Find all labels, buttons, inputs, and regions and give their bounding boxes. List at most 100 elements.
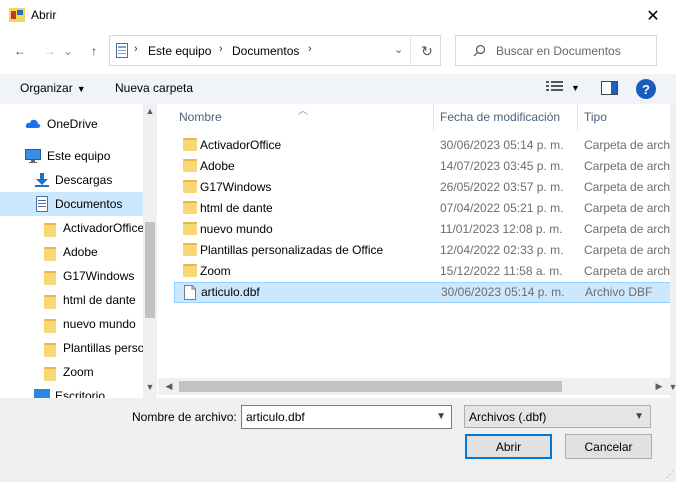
caret-down-icon: ▼ <box>571 83 580 93</box>
close-button[interactable]: ✕ <box>630 0 676 31</box>
command-bar: Organizar ▼ Nueva carpeta ▼ <box>0 74 676 104</box>
file-name: Plantillas personalizadas de Office <box>200 243 384 257</box>
file-type: Carpeta de archivos <box>584 180 676 194</box>
folder-icon <box>44 319 56 333</box>
column-header-type[interactable]: Tipo <box>584 104 607 130</box>
file-row-articulo-dbf[interactable]: articulo.dbf 30/06/2023 05:14 p. m. Arch… <box>174 282 676 303</box>
location-icon <box>116 43 128 58</box>
file-row-plantillas[interactable]: Plantillas personalizadas de Office 12/0… <box>174 240 676 261</box>
file-row-activadoroffice[interactable]: ActivadorOffice 30/06/2023 05:14 p. m. C… <box>174 135 676 156</box>
sidebar-item-label: Plantillas personalizadas de Office <box>63 341 143 355</box>
column-header-date[interactable]: Fecha de modificación <box>440 104 560 130</box>
help-button[interactable]: ? <box>636 79 656 99</box>
scroll-down-icon[interactable]: ▼ <box>143 382 157 392</box>
view-options-dropdown[interactable]: ▼ <box>571 83 580 93</box>
organize-button[interactable]: Organizar ▼ <box>20 81 86 95</box>
sidebar-item-documentos[interactable]: Documentos <box>0 192 143 216</box>
file-date: 14/07/2023 03:45 p. m. <box>440 159 564 173</box>
chevron-down-icon: ▼ <box>634 411 644 422</box>
file-type: Carpeta de archivos <box>584 138 676 152</box>
up-button[interactable]: ↑ <box>84 41 104 61</box>
file-row-html-de-dante[interactable]: html de dante 07/04/2022 05:21 p. m. Car… <box>174 198 676 219</box>
resize-grip-icon[interactable]: ⋰ <box>666 470 674 479</box>
column-date-label: Fecha de modificación <box>440 110 561 124</box>
sort-ascending-icon: ︿ <box>298 106 308 117</box>
file-icon <box>184 285 196 300</box>
file-type-filter[interactable]: Archivos (.dbf) ▼ <box>464 405 651 428</box>
horizontal-scrollbar[interactable]: ◀ ▶ <box>158 378 670 395</box>
address-dropdown-icon[interactable]: ⌄ <box>394 43 403 56</box>
scroll-up-icon[interactable]: ▲ <box>143 106 157 116</box>
new-folder-button[interactable]: Nueva carpeta <box>115 81 193 95</box>
folder-icon <box>44 247 56 261</box>
file-date: 15/12/2022 11:58 a. m. <box>440 264 563 278</box>
refresh-icon: ↻ <box>421 42 433 59</box>
chevron-down-icon: ⌄ <box>62 44 74 58</box>
sidebar-item-label: OneDrive <box>47 117 98 131</box>
sidebar-item-onedrive[interactable]: OneDrive <box>0 112 143 136</box>
sidebar-item-g17windows[interactable]: G17Windows <box>0 264 143 288</box>
file-row-adobe[interactable]: Adobe 14/07/2023 03:45 p. m. Carpeta de … <box>174 156 676 177</box>
folder-icon <box>44 295 56 309</box>
file-date: 12/04/2022 02:33 p. m. <box>440 243 564 257</box>
open-button[interactable]: Abrir <box>465 434 552 459</box>
horizontal-scroll-thumb[interactable] <box>179 381 562 392</box>
breadcrumb-este-equipo[interactable]: Este equipo <box>148 44 211 58</box>
cancel-button[interactable]: Cancelar <box>565 434 652 459</box>
scroll-left-icon[interactable]: ◀ <box>162 381 176 392</box>
column-header-name[interactable]: Nombre <box>179 104 222 130</box>
folder-icon <box>183 243 197 256</box>
filename-field[interactable]: articulo.dbf ▼ <box>241 405 452 429</box>
sidebar-item-activadoroffice[interactable]: ActivadorOffice <box>0 216 143 240</box>
recent-locations-button[interactable]: ⌄ <box>62 41 74 61</box>
sidebar-item-label: Adobe <box>63 245 98 259</box>
address-bar[interactable]: › Este equipo › Documentos › ⌄ ↻ <box>109 35 441 66</box>
desktop-icon <box>34 389 50 398</box>
file-list-scrollbar[interactable]: ▼ <box>669 104 676 398</box>
scroll-right-icon[interactable]: ▶ <box>652 381 666 392</box>
breadcrumb-separator-icon: › <box>134 43 138 55</box>
sidebar-item-label: Documentos <box>55 197 123 211</box>
filename-value: articulo.dbf <box>246 410 305 424</box>
file-date: 11/01/2023 12:08 p. m. <box>440 222 563 236</box>
search-box[interactable]: Buscar en Documentos <box>455 35 657 66</box>
sidebar-item-este-equipo[interactable]: Este equipo <box>0 144 143 168</box>
sidebar-item-html-de-dante[interactable]: html de dante <box>0 288 143 312</box>
sidebar-item-label: Escritorio <box>55 389 106 398</box>
help-icon: ? <box>642 81 650 97</box>
chevron-down-icon[interactable]: ▼ <box>436 411 446 422</box>
file-name: nuevo mundo <box>200 222 273 236</box>
file-row-nuevo-mundo[interactable]: nuevo mundo 11/01/2023 12:08 p. m. Carpe… <box>174 219 676 240</box>
caret-down-icon: ▼ <box>76 84 86 94</box>
view-list-icon <box>546 81 563 91</box>
preview-pane-button[interactable] <box>601 81 618 98</box>
file-row-g17windows[interactable]: G17Windows 26/05/2022 03:57 p. m. Carpet… <box>174 177 676 198</box>
forward-button[interactable]: → <box>40 41 60 61</box>
refresh-button[interactable]: ↻ <box>417 41 437 61</box>
file-row-zoom[interactable]: Zoom 15/12/2022 11:58 a. m. Carpeta de a… <box>174 261 676 282</box>
breadcrumb-separator-icon: › <box>219 43 223 55</box>
sidebar-item-zoom[interactable]: Zoom <box>0 360 143 384</box>
file-type: Carpeta de archivos <box>584 264 676 278</box>
search-input[interactable]: Buscar en Documentos <box>496 44 621 58</box>
file-name: G17Windows <box>200 180 272 194</box>
file-date: 26/05/2022 03:57 p. m. <box>440 180 564 194</box>
sidebar-scrollbar[interactable]: ▲ ▼ <box>143 104 157 398</box>
file-date: 30/06/2023 05:14 p. m. <box>441 285 565 299</box>
computer-icon <box>25 149 41 163</box>
change-view-button[interactable] <box>546 80 564 95</box>
sidebar-item-plantillas[interactable]: Plantillas personalizadas de Office <box>0 336 143 360</box>
column-divider[interactable] <box>433 104 434 130</box>
file-name: html de dante <box>200 201 273 215</box>
back-button[interactable]: ← <box>10 41 30 61</box>
sidebar-item-adobe[interactable]: Adobe <box>0 240 143 264</box>
sidebar-item-descargas[interactable]: Descargas <box>0 168 143 192</box>
breadcrumb-documentos[interactable]: Documentos <box>232 44 299 58</box>
column-divider[interactable] <box>577 104 578 130</box>
sidebar-scroll-thumb[interactable] <box>145 222 155 318</box>
file-type: Carpeta de archivos <box>584 159 676 173</box>
navigation-pane: OneDrive Este equipo Descargas Documento… <box>0 104 157 398</box>
download-icon <box>35 173 49 187</box>
sidebar-item-nuevo-mundo[interactable]: nuevo mundo <box>0 312 143 336</box>
sidebar-item-escritorio[interactable]: Escritorio <box>0 384 143 398</box>
